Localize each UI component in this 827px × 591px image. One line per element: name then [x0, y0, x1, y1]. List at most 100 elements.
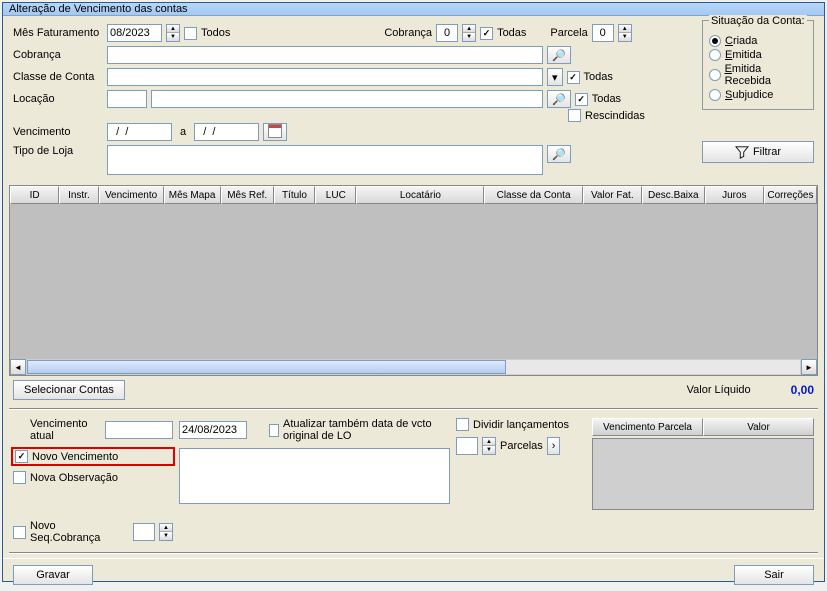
lookup-tipo-loja[interactable]: 🔎 [547, 145, 571, 163]
btn-calendar[interactable] [263, 123, 287, 141]
textarea-observacao[interactable] [179, 448, 450, 504]
label-vencimento: Vencimento [13, 126, 103, 138]
spinner-parcelas[interactable]: ▲▼ [482, 437, 496, 455]
grid-scrollbar[interactable]: ◄ ► [10, 359, 817, 375]
input-novo-venc[interactable] [179, 421, 247, 439]
col-m-s-ref-[interactable]: Mês Ref. [221, 186, 274, 204]
input-tipo-loja[interactable] [107, 145, 543, 175]
dropdown-classe[interactable]: ▾ [547, 68, 563, 86]
label-classe: Classe de Conta [13, 71, 103, 83]
grid-header: IDInstr.VencimentoMês MapaMês Ref.Título… [10, 186, 817, 204]
check-atualizar-lo[interactable] [269, 424, 279, 437]
spinner-novo-seq[interactable]: ▲▼ [159, 523, 173, 541]
input-cobranca-num[interactable] [436, 24, 458, 42]
legend-situacao: Situação da Conta: [709, 15, 807, 27]
grid-body[interactable] [10, 204, 817, 359]
btn-selecionar-contas[interactable]: Selecionar Contas [13, 380, 125, 400]
titlebar: Alteração de Vencimento das contas [3, 3, 824, 16]
spinner-cobranca[interactable]: ▲▼ [462, 24, 476, 42]
check-nova-obs[interactable] [13, 471, 26, 484]
radio-emitida recebida[interactable] [709, 69, 721, 81]
radio-subjudice[interactable] [709, 89, 721, 101]
input-locacao-desc[interactable] [151, 90, 543, 108]
label-parcelas: Parcelas [500, 440, 543, 452]
check-dividir[interactable] [456, 418, 469, 431]
scroll-right-icon[interactable]: ► [801, 359, 817, 375]
input-novo-seq[interactable] [133, 523, 155, 541]
input-parcelas[interactable] [456, 437, 478, 455]
label-radio: Emitida Recebida [725, 63, 807, 87]
col-vencimento[interactable]: Vencimento [99, 186, 164, 204]
col-desc-baixa[interactable]: Desc.Baixa [642, 186, 705, 204]
chevron-down-icon: ▾ [552, 72, 558, 84]
col-t-tulo[interactable]: Título [274, 186, 315, 204]
scroll-thumb[interactable] [27, 360, 506, 374]
col-m-s-mapa[interactable]: Mês Mapa [164, 186, 221, 204]
binoculars-icon: 🔎 [552, 50, 566, 62]
check-todos-mes[interactable] [184, 27, 197, 40]
combo-classe-conta[interactable] [107, 68, 543, 86]
btn-sair[interactable]: Sair [734, 565, 814, 585]
label-radio: Criada [725, 35, 757, 47]
label-todas-cob: Todas [497, 27, 526, 39]
col-corre-es[interactable]: Correções [764, 186, 817, 204]
bottom-panel: Vencimento atual Novo Vencimento Nova Ob… [3, 414, 824, 548]
binoculars-icon: 🔎 [552, 94, 566, 106]
scroll-left-icon[interactable]: ◄ [10, 359, 26, 375]
main-grid: IDInstr.VencimentoMês MapaMês Ref.Título… [9, 185, 818, 376]
check-todas-cob[interactable] [480, 27, 493, 40]
label-parcela: Parcela [550, 27, 587, 39]
calendar-icon [268, 124, 282, 138]
value-valor-liquido: 0,00 [791, 383, 814, 397]
mini-col-venc[interactable]: Vencimento Parcela [592, 418, 703, 436]
label-nova-obs: Nova Observação [30, 472, 118, 484]
label-valor-liquido: Valor Líquido [687, 384, 751, 396]
col-classe-da-conta[interactable]: Classe da Conta [484, 186, 582, 204]
col-instr-[interactable]: Instr. [59, 186, 98, 204]
window-title: Alteração de Vencimento das contas [9, 3, 188, 15]
col-luc[interactable]: LUC [315, 186, 356, 204]
check-todas-loc[interactable] [575, 93, 588, 106]
label-mes-fat: Mês Faturamento [13, 27, 103, 39]
mini-col-valor[interactable]: Valor [703, 418, 814, 436]
spinner-mes-fat[interactable]: ▲▼ [166, 24, 180, 42]
label-novo-venc: Novo Vencimento [32, 451, 171, 463]
btn-go-parcelas[interactable]: › [547, 437, 561, 455]
input-venc-ate[interactable] [194, 123, 259, 141]
radio-emitida[interactable] [709, 49, 721, 61]
check-novo-seq[interactable] [13, 526, 26, 539]
input-parcela[interactable] [592, 24, 614, 42]
input-mes-fat[interactable] [107, 24, 162, 42]
input-venc-de[interactable] [107, 123, 172, 141]
label-todos: Todos [201, 27, 230, 39]
label-venc-atual: Vencimento atual [30, 418, 101, 442]
mini-grid: Vencimento Parcela Valor [592, 418, 814, 544]
col-juros[interactable]: Juros [705, 186, 764, 204]
mini-grid-body[interactable] [592, 438, 814, 510]
lookup-locacao[interactable]: 🔎 [547, 90, 571, 108]
funnel-icon [735, 145, 749, 159]
label-atualizar-lo: Atualizar também data de vcto original d… [283, 418, 450, 442]
label-tipo-loja: Tipo de Loja [13, 145, 103, 157]
input-venc-atual [105, 421, 173, 439]
btn-gravar[interactable]: Gravar [13, 565, 93, 585]
label-radio: Emitida [725, 49, 762, 61]
lookup-cobranca[interactable]: 🔎 [547, 46, 571, 64]
check-todas-classe[interactable] [567, 71, 580, 84]
label-todas-loc: Todas [592, 93, 621, 105]
check-novo-vencimento[interactable] [15, 450, 28, 463]
spinner-parcela[interactable]: ▲▼ [618, 24, 632, 42]
col-id[interactable]: ID [10, 186, 59, 204]
group-situacao: Situação da Conta: CriadaEmitidaEmitida … [702, 20, 814, 110]
radio-criada[interactable] [709, 35, 721, 47]
filter-area: Mês Faturamento ▲▼ Todos Cobrança ▲▼ Tod… [3, 16, 824, 183]
chevron-right-icon: › [552, 440, 556, 452]
label-locacao: Locação [13, 93, 103, 105]
col-valor-fat-[interactable]: Valor Fat. [583, 186, 642, 204]
check-rescindidas[interactable] [568, 109, 581, 122]
btn-filtrar[interactable]: Filtrar [702, 141, 814, 163]
input-cobranca[interactable] [107, 46, 543, 64]
col-locat-rio[interactable]: Locatário [356, 186, 484, 204]
input-locacao-cod[interactable] [107, 90, 147, 108]
label-novo-seq: Novo Seq.Cobrança [30, 520, 129, 544]
